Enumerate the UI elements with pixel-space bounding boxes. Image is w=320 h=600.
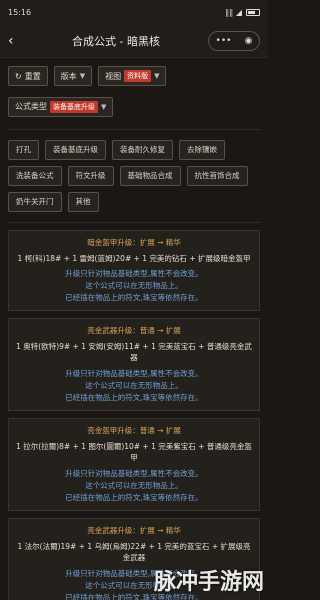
- tag-durability-repair[interactable]: 装备耐久修复: [112, 139, 173, 160]
- version-label: 版本: [60, 71, 77, 81]
- chevron-down-icon: ▼: [79, 72, 86, 80]
- tag-other[interactable]: 其他: [67, 191, 99, 212]
- status-time: 15:16: [8, 7, 32, 17]
- formula-type-label: 公式类型: [15, 102, 47, 111]
- recipe-title: 亮金盔甲升级：普通 → 扩展: [87, 426, 181, 436]
- back-chevron-icon[interactable]: ‹: [8, 33, 24, 49]
- recipe-note: 已经插在物品上的符文,珠宝等依然存在。: [65, 293, 203, 303]
- tag-rune-upgrade[interactable]: 符文升级: [67, 165, 114, 186]
- recipe-note: 这个公式可以在无形物品上。: [85, 381, 183, 391]
- status-indicators: ∥∥ ◢: [225, 8, 260, 17]
- battery-icon: [246, 8, 260, 16]
- recipe-list: 暗金盔甲升级：扩展 → 精华 1 柯(科)18# + 1 雷姆(蓝姆)20# +…: [0, 229, 268, 600]
- tag-reroll[interactable]: 洗装备公式: [8, 165, 62, 186]
- close-icon[interactable]: ◉: [245, 36, 253, 46]
- recipe-title: 暗金盔甲升级：扩展 → 精华: [87, 237, 181, 247]
- chevron-down-icon: ▼: [154, 72, 160, 80]
- recipe-note: 升级只针对物品基础类型,属性不会改变。: [65, 269, 203, 279]
- recipe-card: 亮金武器升级：普通 → 扩展 1 奥特(欧特)9# + 1 安姆(安姆)11# …: [8, 318, 260, 412]
- reset-button[interactable]: ↻ 重置: [8, 66, 48, 86]
- view-label: 视图: [105, 71, 122, 81]
- status-bar: 15:16 ∥∥ ◢: [0, 0, 268, 24]
- tag-basic-crafting[interactable]: 基础物品合成: [119, 165, 181, 186]
- tag-socket[interactable]: 打孔: [8, 139, 39, 160]
- page-title: 合成公式 - 暗黑核: [72, 34, 160, 48]
- formula-type-row: 公式类型 装备基底升级 ▼: [0, 90, 268, 123]
- reset-label: 重置: [24, 71, 41, 81]
- formula-type-dropdown[interactable]: 公式类型 装备基底升级 ▼: [8, 96, 114, 117]
- recipe-title: 亮金武器升级：扩展 → 精华: [87, 525, 181, 535]
- recipe-note: 升级只针对物品基础类型,属性不会改变。: [65, 369, 203, 379]
- category-tags: 打孔 装备基底升级 装备耐久修复 去除镶嵌 洗装备公式 符文升级 基础物品合成 …: [0, 136, 268, 216]
- site-watermark: 脉冲手游网: [153, 570, 264, 595]
- tag-resist-jewelry[interactable]: 抗性首饰合成: [186, 165, 248, 186]
- toolbar: ↻ 重置 版本 ▼ 视图 资料版 ▼: [0, 58, 268, 90]
- recipe-note: 已经插在物品上的符文,珠宝等依然存在。: [65, 393, 203, 403]
- recipe-note: 升级只针对物品基础类型,属性不会改变。: [65, 468, 203, 478]
- recipe-note: 这个公式可以在无形物品上。: [85, 480, 183, 490]
- tag-remove-socketed[interactable]: 去除镶嵌: [179, 139, 225, 160]
- recipe-title: 亮金武器升级：普通 → 扩展: [87, 326, 181, 336]
- divider: [8, 221, 260, 223]
- status-signal: ∥∥ ◢: [225, 7, 242, 17]
- tag-base-upgrade[interactable]: 装备基底升级: [45, 139, 106, 160]
- recipe-formula: 1 拉尔(拉爾)8# + 1 图尔(圖爾)10# + 1 完美紫宝石 + 普通级…: [16, 442, 252, 462]
- recipe-note: 这个公式可以在无形物品上。: [85, 281, 183, 291]
- view-badge: 资料版: [124, 70, 152, 82]
- tag-cow-level[interactable]: 奶牛关开门: [8, 191, 62, 212]
- more-menu-icon[interactable]: •••: [216, 36, 232, 46]
- chevron-down-icon: ▼: [101, 102, 107, 111]
- title-bar: ‹ 合成公式 - 暗黑核 ••• ◉: [0, 24, 268, 58]
- mini-program-capsule: ••• ◉: [208, 30, 260, 51]
- recipe-formula: 1 奥特(欧特)9# + 1 安姆(安姆)11# + 1 完美蓝宝石 + 普通级…: [16, 342, 252, 363]
- recipe-formula: 1 柯(科)18# + 1 雷姆(蓝姆)20# + 1 完美的钻石 + 扩展级暗…: [17, 253, 251, 263]
- recipe-formula: 1 法尔(法爾)19# + 1 乌姆(烏姆)22# + 1 完美的蓝宝石 + 扩…: [17, 541, 251, 562]
- recipe-note: 已经插在物品上的符文,珠宝等依然存在。: [65, 492, 203, 502]
- view-dropdown[interactable]: 视图 资料版 ▼: [98, 66, 167, 86]
- refresh-icon: ↻: [15, 71, 22, 81]
- formula-type-badge: 装备基底升级: [50, 100, 98, 113]
- divider: [8, 128, 260, 130]
- version-dropdown[interactable]: 版本 ▼: [53, 66, 93, 86]
- recipe-card: 暗金盔甲升级：扩展 → 精华 1 柯(科)18# + 1 雷姆(蓝姆)20# +…: [8, 229, 260, 312]
- recipe-card: 亮金盔甲升级：普通 → 扩展 1 拉尔(拉爾)8# + 1 图尔(圖爾)10# …: [8, 418, 260, 511]
